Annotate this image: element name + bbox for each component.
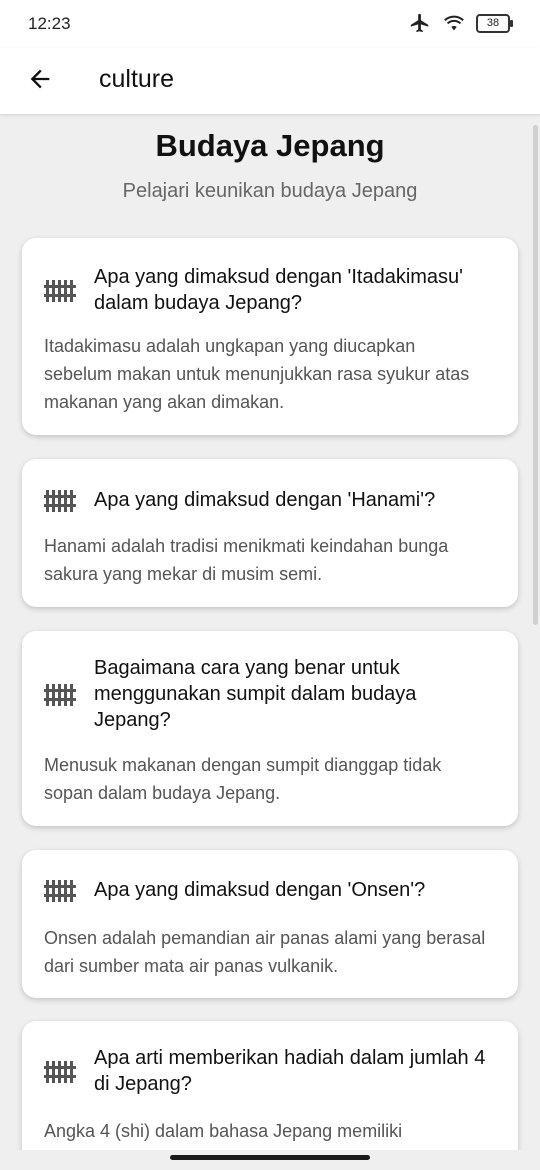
airplane-icon	[410, 13, 429, 33]
fence-icon	[44, 681, 76, 707]
faq-card[interactable]: Apa yang dimaksud dengan 'Itadakimasu' d…	[22, 238, 518, 435]
status-time: 12:23	[28, 14, 71, 33]
status-icons: 38	[408, 12, 513, 34]
fence-icon	[44, 487, 76, 513]
page-subtitle: Pelajari keunikan budaya Jepang	[122, 180, 418, 202]
back-button[interactable]	[18, 57, 62, 101]
card-answer: Angka 4 (shi) dalam bahasa Jepang memili…	[44, 1121, 403, 1141]
card-answer: Onsen adalah pemandian air panas alami y…	[44, 928, 486, 976]
battery-icon: 38	[476, 13, 513, 33]
card-answer: Itadakimasu adalah ungkapan yang diucapk…	[44, 336, 470, 412]
card-question: Apa arti memberikan hadiah dalam jumlah …	[94, 1047, 486, 1095]
card-question: Apa yang dimaksud dengan 'Hanami'?	[94, 489, 436, 511]
card-answer: Menusuk makanan dengan sumpit dianggap t…	[44, 755, 442, 803]
card-question: Bagaimana cara yang benar untuk mengguna…	[94, 657, 417, 731]
card-question: Apa yang dimaksud dengan 'Itadakimasu' d…	[94, 266, 463, 314]
status-bar: 12:23 38	[0, 0, 540, 48]
fence-icon	[44, 277, 76, 303]
card-question: Apa yang dimaksud dengan 'Onsen'?	[94, 879, 426, 901]
app-bar: culture	[0, 48, 540, 115]
wifi-icon	[444, 15, 464, 31]
home-indicator[interactable]	[170, 1155, 370, 1160]
card-header: Apa yang dimaksud dengan 'Hanami'?	[44, 487, 498, 513]
card-answer: Hanami adalah tradisi menikmati keindaha…	[44, 536, 449, 584]
card-header: Apa yang dimaksud dengan 'Itadakimasu' d…	[44, 264, 498, 316]
faq-card[interactable]: Apa yang dimaksud dengan 'Onsen'? Onsen …	[22, 850, 518, 998]
card-header: Bagaimana cara yang benar untuk mengguna…	[44, 655, 498, 733]
card-header: Apa yang dimaksud dengan 'Onsen'?	[44, 877, 498, 903]
fence-icon	[44, 877, 76, 903]
fence-icon	[44, 1058, 76, 1084]
arrow-left-icon	[30, 69, 50, 89]
faq-card[interactable]: Bagaimana cara yang benar untuk mengguna…	[22, 631, 518, 826]
content-scroll-area[interactable]: Budaya Jepang Pelajari keunikan budaya J…	[0, 115, 540, 1150]
faq-card[interactable]: Apa arti memberikan hadiah dalam jumlah …	[22, 1021, 518, 1150]
app-title: culture	[99, 65, 175, 93]
faq-card[interactable]: Apa yang dimaksud dengan 'Hanami'? Hanam…	[22, 459, 518, 607]
scrollbar[interactable]	[533, 125, 538, 625]
card-header: Apa arti memberikan hadiah dalam jumlah …	[44, 1045, 498, 1097]
page-title: Budaya Jepang	[155, 128, 385, 163]
